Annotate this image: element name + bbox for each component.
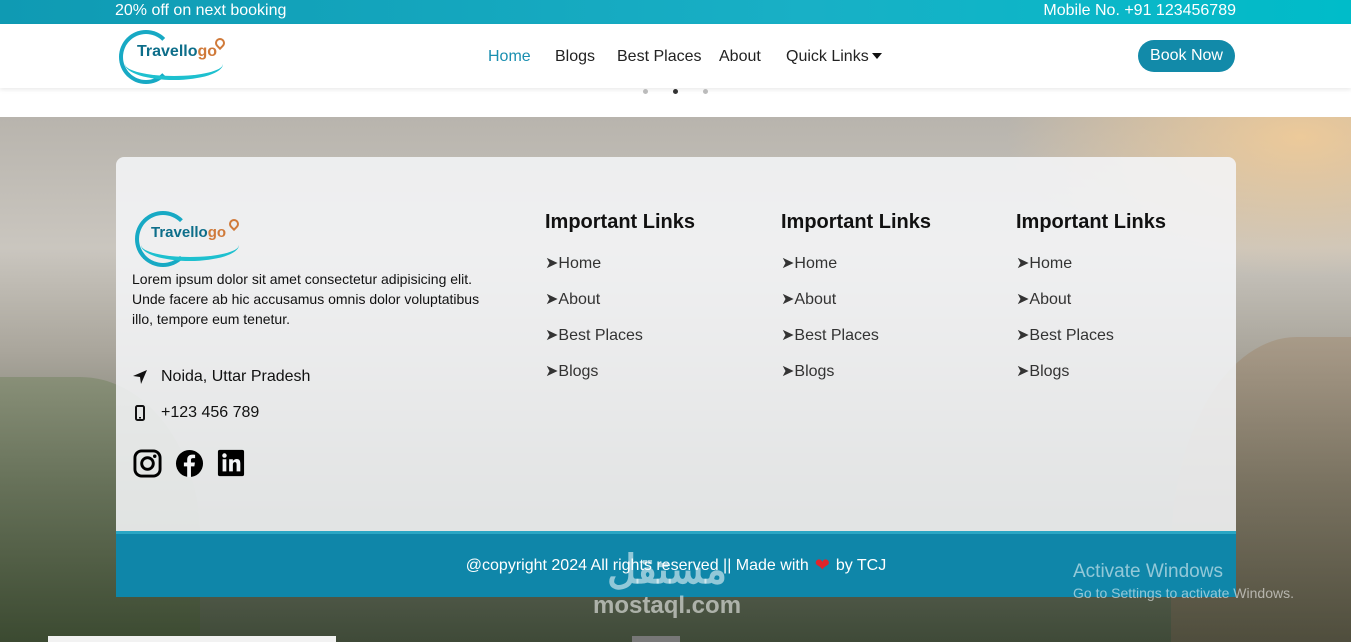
instagram-icon[interactable] [133, 449, 162, 478]
copyright-author: by TCJ [835, 556, 887, 574]
promo-text: 20% off on next booking [115, 2, 287, 19]
footer-link-blogs[interactable]: ➤Blogs [1016, 361, 1069, 381]
column-title: Important Links [1016, 211, 1167, 233]
carousel-dot[interactable] [703, 89, 708, 94]
footer-about-text: Lorem ipsum dolor sit amet consectetur a… [132, 271, 480, 327]
carousel-dot[interactable] [643, 89, 648, 94]
footer-link-best-places[interactable]: ➤Best Places [1016, 325, 1114, 345]
heart-icon: ❤ [814, 555, 830, 575]
linkedin-icon[interactable] [217, 449, 245, 477]
footer-location: Noida, Uttar Pradesh [132, 368, 310, 386]
watermark-arabic: مستقل [607, 548, 727, 592]
nav-best-places[interactable]: Best Places [617, 48, 701, 66]
column-title: Important Links [781, 211, 932, 233]
facebook-icon[interactable] [175, 449, 204, 478]
footer-phone: +123 456 789 [132, 404, 259, 422]
nav-blogs[interactable]: Blogs [555, 48, 595, 66]
nav-about[interactable]: About [719, 48, 761, 66]
watermark-latin: mostaql.com [593, 592, 742, 619]
location-text: Noida, Uttar Pradesh [161, 368, 311, 385]
footer-links-column-2: Important Links ➤Home ➤About ➤Best Place… [781, 211, 932, 380]
footer-logo[interactable]: Travellogo [135, 207, 245, 267]
social-links [133, 449, 245, 478]
footer-link-best-places[interactable]: ➤Best Places [545, 325, 643, 345]
partial-element [632, 636, 680, 642]
nav-quick-links[interactable]: Quick Links [786, 48, 882, 66]
mobile-number: Mobile No. +91 123456789 [1043, 2, 1236, 19]
carousel-dot-active[interactable] [673, 89, 678, 94]
activate-title: Activate Windows [1073, 561, 1223, 582]
logo[interactable]: Travellogo [119, 28, 231, 84]
footer-link-about[interactable]: ➤About [1016, 289, 1071, 309]
promo-bar: 20% off on next booking Mobile No. +91 1… [0, 0, 1351, 24]
activate-subtitle: Go to Settings to activate Windows. [1073, 585, 1294, 601]
site-header: Travellogo Home Blogs Best Places About … [0, 24, 1351, 88]
footer-link-best-places[interactable]: ➤Best Places [781, 325, 879, 345]
activate-windows-notice: Activate Windows Go to Settings to activ… [1073, 561, 1294, 601]
logo-wordmark: Travellogo [137, 43, 218, 60]
footer-link-about[interactable]: ➤About [545, 289, 600, 309]
footer-link-home[interactable]: ➤Home [781, 253, 837, 273]
column-title: Important Links [545, 211, 696, 233]
caret-down-icon [871, 53, 882, 59]
footer-link-about[interactable]: ➤About [781, 289, 836, 309]
watermark: مستقل mostaql.com [593, 548, 741, 620]
book-now-button[interactable]: Book Now [1138, 40, 1235, 72]
mobile-phone-icon [135, 405, 145, 421]
footer-links-column-3: Important Links ➤Home ➤About ➤Best Place… [1016, 211, 1167, 380]
nav-quick-links-label: Quick Links [786, 48, 869, 65]
footer-link-home[interactable]: ➤Home [545, 253, 601, 273]
phone-text: +123 456 789 [161, 404, 260, 421]
partial-element [48, 636, 336, 642]
location-arrow-icon [133, 370, 147, 384]
footer-link-home[interactable]: ➤Home [1016, 253, 1072, 273]
logo-wordmark: Travellogo [151, 224, 227, 241]
footer-link-blogs[interactable]: ➤Blogs [781, 361, 834, 381]
nav-home[interactable]: Home [488, 48, 531, 66]
footer-card: Travellogo Lorem ipsum dolor sit amet co… [116, 157, 1236, 531]
footer-links-column-1: Important Links ➤Home ➤About ➤Best Place… [545, 211, 696, 380]
footer-link-blogs[interactable]: ➤Blogs [545, 361, 598, 381]
